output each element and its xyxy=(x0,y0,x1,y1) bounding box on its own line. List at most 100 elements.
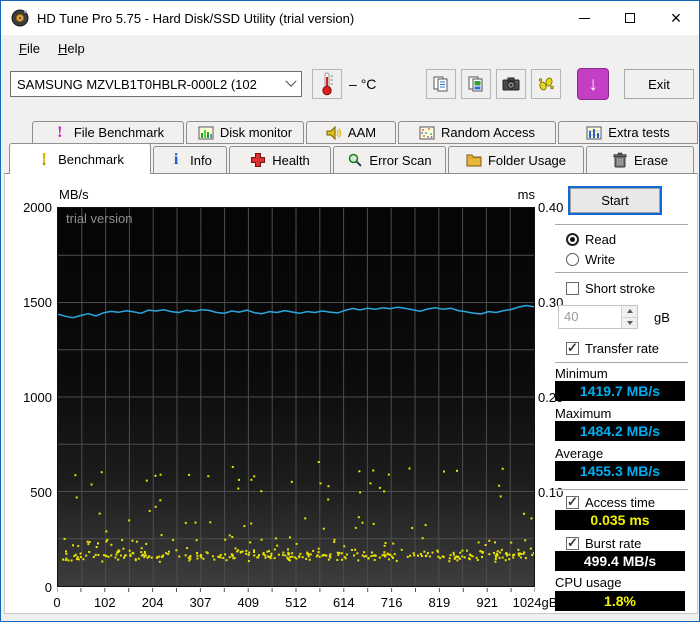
separator xyxy=(555,272,688,274)
tab-disk-monitor[interactable]: Disk monitor xyxy=(186,121,304,144)
magnifier-icon xyxy=(347,152,363,168)
tab-label: Erase xyxy=(634,152,668,168)
short-stroke-size-value: 40 xyxy=(564,309,579,324)
start-button[interactable]: Start xyxy=(568,186,662,215)
tab-label: Random Access xyxy=(441,125,535,140)
copy-text-button[interactable] xyxy=(426,69,456,99)
tab-row-front: Benchmark Info Health Error Scan xyxy=(9,143,696,174)
separator xyxy=(555,489,688,491)
short-stroke-checkbox[interactable]: Short stroke xyxy=(566,280,655,296)
tab-label: AAM xyxy=(347,125,377,140)
triangle-up-icon xyxy=(626,309,633,314)
exclamation-yellow-icon xyxy=(36,151,52,167)
triangle-down-icon xyxy=(626,320,633,325)
thermometer-icon xyxy=(322,72,333,96)
minimize-button[interactable] xyxy=(561,1,607,35)
access-time-value: 0.035 ms xyxy=(555,510,685,530)
x-axis-ticks xyxy=(57,588,535,592)
burst-rate-checkbox[interactable]: Burst rate xyxy=(566,535,641,551)
tick-label: 1024gB xyxy=(512,595,558,610)
left-axis-tick-labels: 2000 1500 1000 500 0 xyxy=(7,200,52,595)
tab-label: Folder Usage xyxy=(487,152,567,168)
menu-file[interactable]: File xyxy=(10,37,49,60)
tick-label: 921 xyxy=(476,595,499,610)
tab-extra-tests[interactable]: Extra tests xyxy=(558,121,698,144)
radio-icon xyxy=(566,252,579,266)
close-button[interactable] xyxy=(653,1,699,35)
toolbar: SAMSUNG MZVLB1T0HBLR-000L2 (102 – °C ↓ E… xyxy=(2,62,698,114)
exit-label: Exit xyxy=(648,76,670,92)
hd-tune-app-icon xyxy=(11,9,29,27)
temperature-button[interactable] xyxy=(312,69,342,99)
tab-health[interactable]: Health xyxy=(229,146,331,173)
tab-erase[interactable]: Erase xyxy=(586,146,694,173)
screenshot-button[interactable] xyxy=(496,69,526,99)
share-button[interactable] xyxy=(531,69,561,99)
stepper-up-button[interactable] xyxy=(622,306,637,318)
copy-image-icon xyxy=(468,76,483,92)
average-value: 1455.3 MB/s xyxy=(555,461,685,481)
right-axis-unit-label: ms xyxy=(517,187,535,202)
temperature-value: – xyxy=(349,76,357,92)
left-axis-unit-label: MB/s xyxy=(59,187,89,202)
maximize-icon xyxy=(625,13,635,23)
start-label: Start xyxy=(601,193,629,208)
write-radio[interactable]: Write xyxy=(566,251,615,267)
tick-label: 1500 xyxy=(23,295,52,310)
average-label: Average xyxy=(555,446,604,461)
tab-random-access[interactable]: Random Access xyxy=(398,121,556,144)
tab-info[interactable]: Info xyxy=(153,146,227,173)
short-stroke-label: Short stroke xyxy=(585,280,656,296)
tick-label: 1000 xyxy=(23,390,52,405)
drive-select-dropdown[interactable]: SAMSUNG MZVLB1T0HBLR-000L2 (102 xyxy=(10,71,302,97)
benchmark-panel: MB/s ms 2000 1500 1000 500 0 0.40 0.30 0.20 0.1… xyxy=(4,173,698,614)
separator xyxy=(555,362,688,364)
title-bar: HD Tune Pro 5.75 - Hard Disk/SSD Utility… xyxy=(1,1,699,35)
menu-bar: File Help xyxy=(2,35,698,62)
health-cross-icon xyxy=(250,152,266,168)
exclamation-magenta-icon xyxy=(52,125,68,141)
tab-file-benchmark[interactable]: File Benchmark xyxy=(32,121,184,144)
size-unit-label: gB xyxy=(654,310,670,325)
tab-label: Health xyxy=(272,152,310,168)
transfer-rate-checkbox[interactable]: Transfer rate xyxy=(566,340,659,356)
scatter-dots-icon xyxy=(419,125,435,141)
read-radio[interactable]: Read xyxy=(566,231,616,247)
camera-icon xyxy=(502,77,520,91)
grid-chart-icon xyxy=(586,125,602,141)
exit-button[interactable]: Exit xyxy=(624,69,694,99)
temperature-display: – °C xyxy=(349,76,376,92)
checkbox-icon xyxy=(566,341,579,355)
tab-label: File Benchmark xyxy=(73,125,165,140)
tick-label: 512 xyxy=(285,595,307,610)
speaker-icon xyxy=(326,125,342,141)
stepper-down-button[interactable] xyxy=(622,317,637,328)
download-arrow-icon xyxy=(588,75,598,94)
burst-rate-value: 499.4 MB/s xyxy=(555,551,685,571)
chevron-down-icon xyxy=(285,75,297,87)
trash-icon xyxy=(612,152,628,168)
tab-benchmark[interactable]: Benchmark xyxy=(9,143,151,174)
tab-label: Extra tests xyxy=(608,125,670,140)
copy-text-icon xyxy=(433,76,448,92)
maximize-button[interactable] xyxy=(607,1,653,35)
short-stroke-size-stepper[interactable]: 40 xyxy=(558,305,638,329)
radio-icon xyxy=(566,232,579,246)
menu-help[interactable]: Help xyxy=(49,37,94,60)
folder-icon xyxy=(466,152,482,168)
tab-folder-usage[interactable]: Folder Usage xyxy=(448,146,584,173)
window-title: HD Tune Pro 5.75 - Hard Disk/SSD Utility… xyxy=(37,10,355,26)
chart-series-svg xyxy=(58,208,534,586)
tab-aam[interactable]: AAM xyxy=(306,121,396,144)
tick-label: 409 xyxy=(237,595,260,610)
copy-image-button[interactable] xyxy=(461,69,491,99)
footprints-icon xyxy=(538,77,554,91)
x-axis-tick-labels: 0 102 204 307 409 512 614 716 819 921 1024gB xyxy=(53,595,557,610)
temperature-unit: °C xyxy=(360,76,377,92)
chart-plot-area: trial version xyxy=(57,207,535,587)
tab-error-scan[interactable]: Error Scan xyxy=(333,146,446,173)
access-time-checkbox[interactable]: Access time xyxy=(566,494,655,510)
tab-label: Benchmark xyxy=(58,151,124,167)
drive-select-value: SAMSUNG MZVLB1T0HBLR-000L2 (102 xyxy=(17,76,257,92)
download-button[interactable] xyxy=(577,68,609,100)
